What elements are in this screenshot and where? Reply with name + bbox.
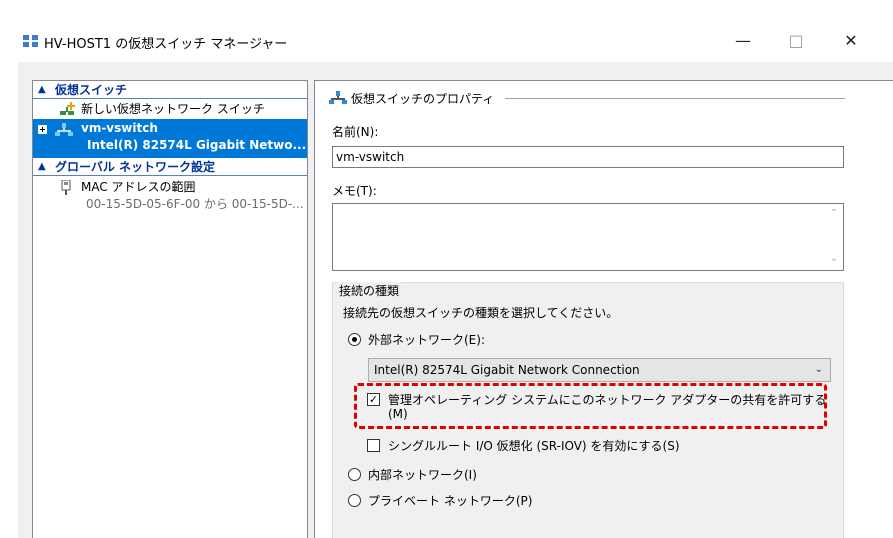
external-network-radio[interactable] (348, 333, 361, 346)
switch-adapter: Intel(R) 82574L Gigabit Netwo... (87, 138, 307, 152)
connection-type-title: 接続の種類 (337, 282, 402, 299)
collapse-icon[interactable]: ▲ (38, 158, 46, 176)
switch-name: vm-vswitch (81, 121, 158, 135)
navigation-pane: ▲ 仮想スイッチ 新しい仮想ネットワーク スイッチ vm-vswitch Int… (32, 80, 308, 538)
collapse-icon[interactable]: ▲ (38, 81, 46, 99)
private-network-radio[interactable] (348, 494, 361, 507)
new-virtual-switch-item[interactable]: 新しい仮想ネットワーク スイッチ (33, 99, 307, 119)
allow-management-os-label-accel: (M) (388, 407, 408, 421)
maximize-button[interactable]: □ (781, 30, 811, 52)
scroll-down-icon[interactable]: ⌄ (830, 253, 838, 264)
window-title: HV-HOST1 の仮想スイッチ マネージャー (44, 37, 288, 52)
internal-network-label[interactable]: 内部ネットワーク(I) (368, 466, 477, 483)
switch-properties-group-title: 仮想スイッチのプロパティ (329, 90, 845, 106)
section-global-label: グローバル ネットワーク設定 (55, 160, 216, 174)
network-switch-icon (329, 91, 347, 104)
section-global-network-settings[interactable]: ▲ グローバル ネットワーク設定 (33, 158, 307, 176)
mac-range-title: MAC アドレスの範囲 (81, 180, 196, 194)
sriov-label[interactable]: シングルルート I/O 仮想化 (SR-IOV) を有効にする(S) (388, 437, 680, 454)
expand-icon[interactable] (38, 125, 47, 134)
section-virtual-switches-label: 仮想スイッチ (55, 83, 128, 97)
title-bar: HV-HOST1 の仮想スイッチ マネージャー — □ ✕ (0, 0, 893, 62)
network-switch-icon (55, 123, 73, 136)
section-virtual-switches[interactable]: ▲ 仮想スイッチ (33, 81, 307, 99)
switch-manager-icon (23, 35, 38, 47)
external-network-label[interactable]: 外部ネットワーク(E): (368, 331, 485, 348)
network-adapter-value: Intel(R) 82574L Gigabit Network Connecti… (374, 363, 640, 377)
network-adapter-select[interactable]: Intel(R) 82574L Gigabit Network Connecti… (368, 358, 831, 382)
group-title-label: 仮想スイッチのプロパティ (351, 92, 495, 106)
name-input[interactable]: vm-vswitch (332, 146, 844, 168)
name-label: 名前(N): (332, 125, 379, 139)
allow-management-os-checkbox[interactable]: ✓ (367, 393, 380, 406)
close-button[interactable]: ✕ (836, 30, 866, 52)
new-switch-label: 新しい仮想ネットワーク スイッチ (81, 102, 265, 116)
memo-input[interactable]: ⌃ ⌄ (332, 203, 844, 271)
private-network-label[interactable]: プライベート ネットワーク(P) (368, 492, 532, 509)
scroll-up-icon[interactable]: ⌃ (830, 208, 838, 219)
internal-network-radio[interactable] (348, 468, 361, 481)
connection-type-description: 接続先の仮想スイッチの種類を選択してください。 (343, 306, 619, 320)
chevron-down-icon: ⌄ (814, 364, 823, 375)
network-adapter-icon (61, 180, 71, 195)
mac-address-range-item[interactable]: MAC アドレスの範囲 00-15-5D-05-6F-00 から 00-15-5… (33, 176, 307, 214)
new-switch-icon (60, 102, 75, 115)
memo-label: メモ(T): (332, 184, 377, 198)
group-divider (505, 98, 845, 99)
minimize-button[interactable]: — (728, 30, 758, 52)
switch-item-vm-vswitch[interactable]: vm-vswitch Intel(R) 82574L Gigabit Netwo… (33, 119, 307, 158)
allow-management-os-label[interactable]: 管理オペレーティング システムにこのネットワーク アダプターの共有を許可する (388, 391, 826, 408)
sriov-checkbox[interactable] (367, 439, 380, 452)
mac-range-value: 00-15-5D-05-6F-00 から 00-15-5D-... (86, 197, 304, 211)
